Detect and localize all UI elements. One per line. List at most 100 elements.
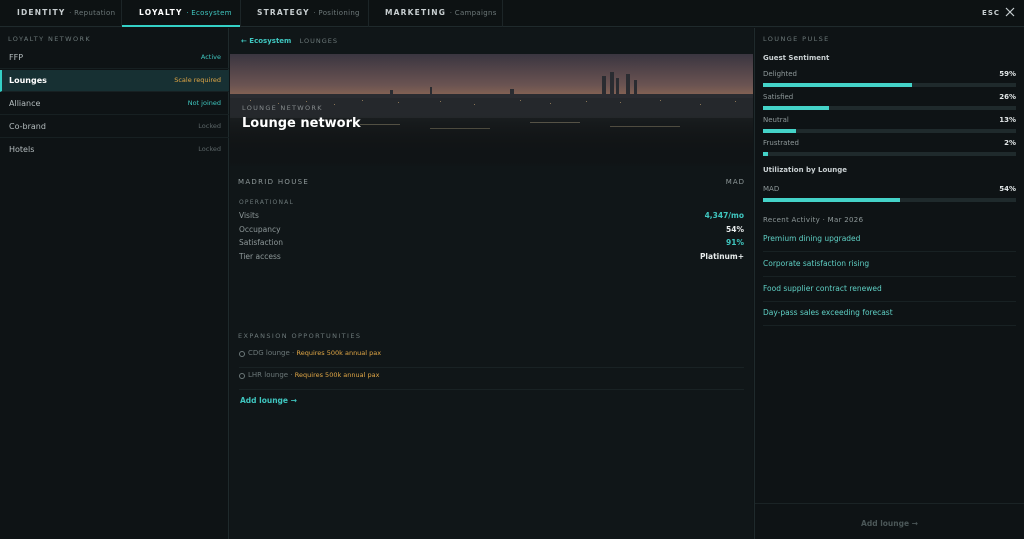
bar-fill <box>763 152 769 156</box>
expansion-text: CDG lounge · Requires 500k annual pax <box>248 349 381 357</box>
hero-eyebrow: LOUNGE NETWORK <box>242 104 323 112</box>
nav-item-label: Alliance <box>9 99 41 108</box>
bar-fill <box>763 129 796 133</box>
tab-sub-label: · Reputation <box>69 9 116 17</box>
recent-activity-label: Recent Activity · Mar 2026 <box>763 216 864 224</box>
bar-value: 54% <box>999 185 1016 193</box>
bar-value: 59% <box>999 70 1016 78</box>
tab-divider <box>368 0 369 27</box>
tab-sub-label: · Ecosystem <box>186 9 232 17</box>
panel-footer: Add lounge → <box>755 503 1024 539</box>
metric-label: Occupancy <box>239 225 281 234</box>
activity-item: Day-pass sales exceeding forecast <box>763 302 1016 326</box>
expansion-name: LHR lounge <box>248 371 289 379</box>
nav-item-alliance[interactable]: Alliance Not joined <box>0 93 229 115</box>
sentiment-frustrated: Frustrated 2% <box>763 139 1016 159</box>
status-badge: Locked <box>198 122 221 130</box>
bar-value: 13% <box>999 116 1016 124</box>
bar-track <box>763 83 1016 87</box>
sentiment-satisfied: Satisfied 26% <box>763 93 1016 113</box>
tab-main-label: IDENTITY <box>17 8 66 17</box>
bar-fill <box>763 198 900 202</box>
expansion-item-lhr[interactable]: LHR lounge · Requires 500k annual pax <box>239 368 744 390</box>
metric-value: 54% <box>726 225 744 234</box>
separator: · <box>288 371 295 379</box>
activity-text: Corporate satisfaction rising <box>763 259 870 268</box>
add-lounge-footer-button[interactable]: Add lounge → <box>755 519 1024 528</box>
tab-marketing[interactable]: MARKETING · Campaigns <box>385 0 497 27</box>
expansion-requirement: Requires 500k annual pax <box>296 349 382 357</box>
nav-item-label: Lounges <box>9 76 47 85</box>
nav-item-label: Co-brand <box>9 122 46 131</box>
radio-circle-icon <box>239 373 245 379</box>
close-icon[interactable] <box>1004 6 1016 18</box>
house-header: MADRID HOUSE MAD <box>238 178 745 190</box>
sentiment-neutral: Neutral 13% <box>763 116 1016 136</box>
bar-fill <box>763 83 913 87</box>
metric-occupancy: Occupancy 54% <box>239 225 744 237</box>
panel-title: LOYALTY NETWORK <box>8 35 92 43</box>
add-lounge-button[interactable]: Add lounge → <box>240 396 297 405</box>
tab-loyalty[interactable]: LOYALTY · Ecosystem <box>122 0 240 27</box>
tab-sub-label: · Positioning <box>313 9 360 17</box>
utilization-mad: MAD 54% <box>763 185 1016 205</box>
metric-satisfaction: Satisfaction 91% <box>239 238 744 250</box>
lounge-detail-panel: ← Ecosystem LOUNGES LOUNGE NETWORK Loung… <box>230 28 753 539</box>
status-badge: Locked <box>198 145 221 153</box>
activity-text: Day-pass sales exceeding forecast <box>763 308 893 317</box>
breadcrumb-current: LOUNGES <box>299 37 338 45</box>
bar-label: MAD <box>763 185 780 193</box>
bar-label: Frustrated <box>763 139 799 147</box>
metric-value: 4,347/mo <box>704 211 744 220</box>
metric-label: Visits <box>239 211 259 220</box>
activity-item: Corporate satisfaction rising <box>763 253 1016 277</box>
expansion-label: EXPANSION OPPORTUNITIES <box>238 332 362 340</box>
house-name: MADRID HOUSE <box>238 178 310 186</box>
metric-value: 91% <box>726 238 744 247</box>
nav-item-label: Hotels <box>9 145 35 154</box>
activity-item: Premium dining upgraded <box>763 228 1016 252</box>
breadcrumb: ← Ecosystem LOUNGES <box>241 37 338 45</box>
panel-title: LOUNGE PULSE <box>763 35 830 43</box>
nav-item-co-brand[interactable]: Co-brand Locked <box>0 116 229 138</box>
bar-label: Delighted <box>763 70 797 78</box>
expansion-requirement: Requires 500k annual pax <box>294 371 380 379</box>
bar-value: 26% <box>999 93 1016 101</box>
hero-image: LOUNGE NETWORK Lounge network <box>230 54 753 166</box>
esc-label[interactable]: ESC <box>982 9 1000 17</box>
sentiment-delighted: Delighted 59% <box>763 70 1016 90</box>
breadcrumb-back-link[interactable]: ← Ecosystem <box>241 37 291 45</box>
operational-label: OPERATIONAL <box>239 199 294 206</box>
tab-sub-label: · Campaigns <box>449 9 497 17</box>
guest-sentiment-label: Guest Sentiment <box>763 54 830 62</box>
expansion-item-cdg[interactable]: CDG lounge · Requires 500k annual pax <box>239 346 744 368</box>
tab-divider <box>240 0 241 27</box>
tab-strategy[interactable]: STRATEGY · Positioning <box>257 0 360 27</box>
activity-text: Food supplier contract renewed <box>763 284 882 293</box>
bar-value: 2% <box>1004 139 1016 147</box>
nav-item-lounges[interactable]: Lounges Scale required <box>0 70 229 92</box>
bar-track <box>763 106 1016 110</box>
metric-label: Tier access <box>239 252 281 261</box>
loyalty-network-panel: LOYALTY NETWORK FFP Active Lounges Scale… <box>0 28 229 539</box>
bar-label: Satisfied <box>763 93 794 101</box>
nav-item-hotels[interactable]: Hotels Locked <box>0 139 229 161</box>
expansion-text: LHR lounge · Requires 500k annual pax <box>248 371 379 379</box>
nav-item-ffp[interactable]: FFP Active <box>0 47 229 69</box>
tab-main-label: STRATEGY <box>257 8 310 17</box>
lounge-pulse-panel: LOUNGE PULSE Guest Sentiment Delighted 5… <box>754 28 1024 539</box>
top-nav: IDENTITY · Reputation LOYALTY · Ecosyste… <box>0 0 1024 27</box>
expansion-name: CDG lounge <box>248 349 290 357</box>
metric-label: Satisfaction <box>239 238 284 247</box>
bar-track <box>763 198 1016 202</box>
tab-identity[interactable]: IDENTITY · Reputation <box>17 0 115 27</box>
utilization-label: Utilization by Lounge <box>763 166 848 174</box>
metric-visits: Visits 4,347/mo <box>239 211 744 223</box>
house-code: MAD <box>725 178 745 186</box>
tab-main-label: MARKETING <box>385 8 447 17</box>
bar-track <box>763 129 1016 133</box>
status-badge: Not joined <box>187 99 221 107</box>
nav-item-label: FFP <box>9 53 24 62</box>
tab-divider <box>502 0 503 27</box>
bar-track <box>763 152 1016 156</box>
